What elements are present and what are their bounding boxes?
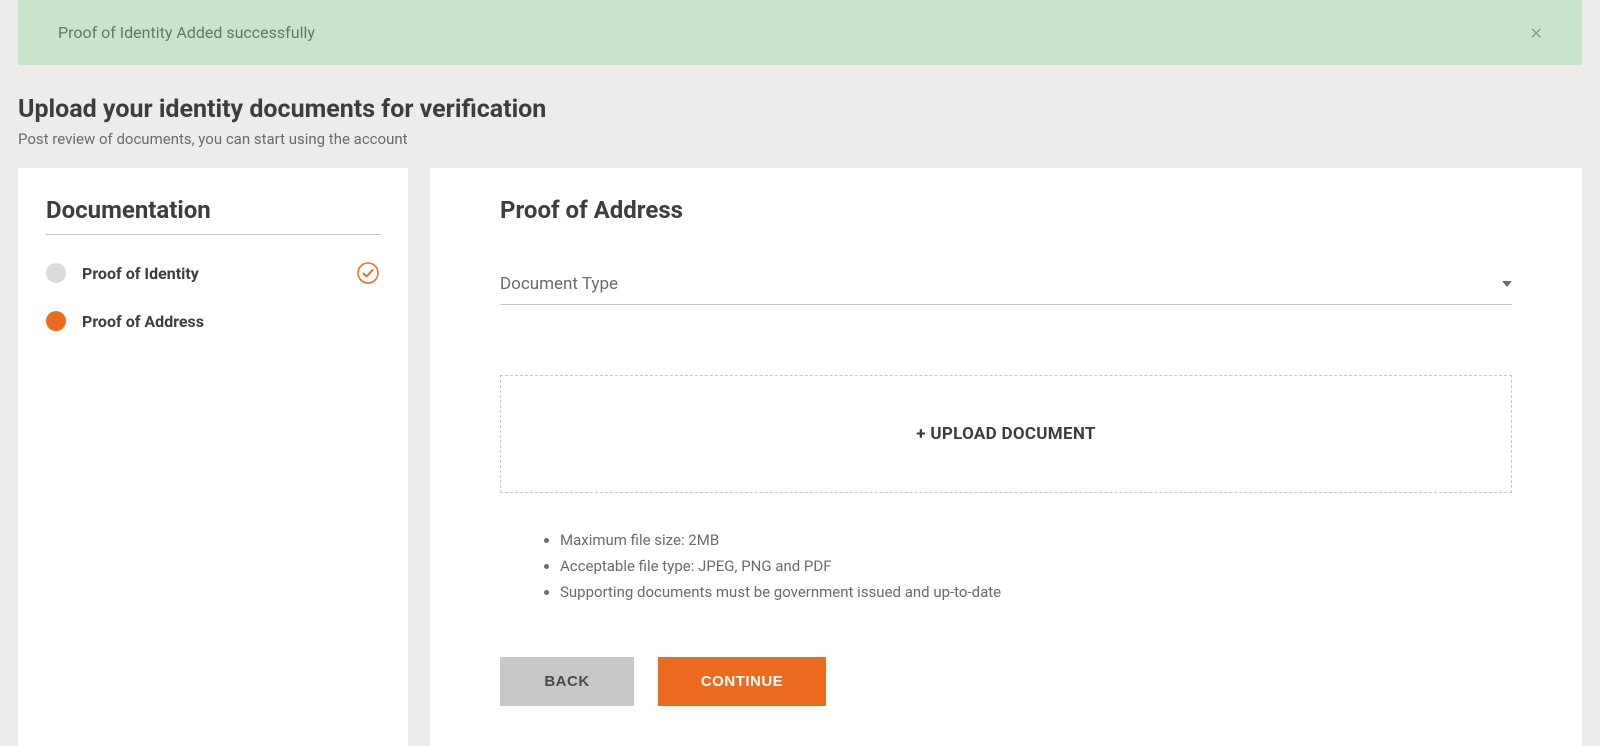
step-label: Proof of Identity	[82, 264, 199, 283]
upload-hints: Maximum file size: 2MB Acceptable file t…	[500, 531, 1512, 601]
document-type-select[interactable]: Document Type	[500, 274, 1512, 305]
step-dot-icon	[46, 311, 66, 331]
hint-item: Supporting documents must be government …	[560, 583, 1512, 601]
success-alert: Proof of Identity Added successfully ×	[18, 0, 1582, 65]
sidebar-title: Documentation	[46, 196, 380, 235]
page-header: Upload your identity documents for verif…	[0, 65, 1600, 168]
select-label: Document Type	[500, 274, 618, 294]
continue-button[interactable]: CONTINUE	[658, 657, 826, 706]
step-label: Proof of Address	[82, 312, 204, 331]
section-title: Proof of Address	[500, 196, 1512, 224]
check-circle-icon	[356, 261, 380, 285]
hint-item: Maximum file size: 2MB	[560, 531, 1512, 549]
content-area: Documentation Proof of Identity Proof of…	[0, 168, 1600, 746]
step-left: Proof of Identity	[46, 263, 199, 283]
back-button[interactable]: BACK	[500, 657, 634, 706]
sidebar: Documentation Proof of Identity Proof of…	[18, 168, 408, 746]
page-title: Upload your identity documents for verif…	[18, 95, 1582, 124]
step-dot-icon	[46, 263, 66, 283]
button-row: BACK CONTINUE	[500, 657, 1512, 706]
step-left: Proof of Address	[46, 311, 204, 331]
hint-item: Acceptable file type: JPEG, PNG and PDF	[560, 557, 1512, 575]
chevron-down-icon	[1502, 281, 1512, 287]
upload-document-dropzone[interactable]: + UPLOAD DOCUMENT	[500, 375, 1512, 493]
sidebar-item-proof-of-identity[interactable]: Proof of Identity	[46, 261, 380, 285]
close-icon[interactable]: ×	[1530, 20, 1542, 45]
upload-label: + UPLOAD DOCUMENT	[916, 424, 1096, 444]
main-panel: Proof of Address Document Type + UPLOAD …	[430, 168, 1582, 746]
sidebar-item-proof-of-address[interactable]: Proof of Address	[46, 311, 380, 331]
page-subtitle: Post review of documents, you can start …	[18, 130, 1582, 148]
alert-message: Proof of Identity Added successfully	[58, 23, 315, 42]
